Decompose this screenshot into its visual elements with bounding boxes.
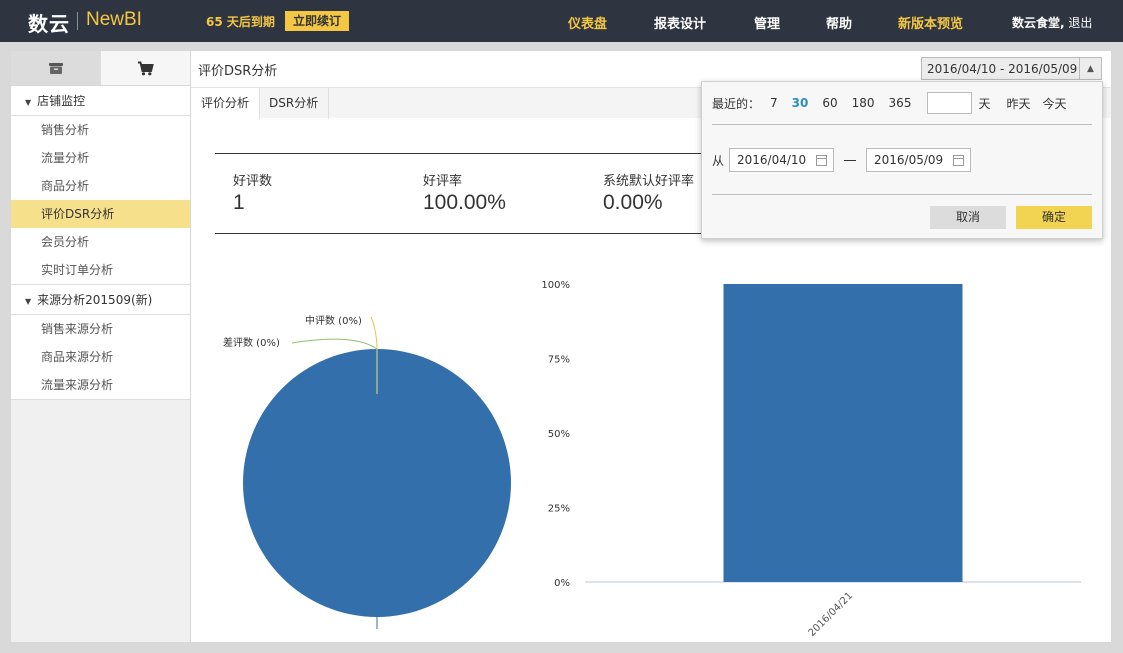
- range-option-365[interactable]: 365: [889, 96, 912, 110]
- sidebar-item-traffic-source[interactable]: 流量来源分析: [11, 371, 190, 399]
- logo-cn[interactable]: 数云: [28, 8, 70, 37]
- sidebar-tab-inbox[interactable]: [11, 51, 101, 85]
- logout-link[interactable]: 退出: [1068, 16, 1092, 30]
- sidebar-item-traffic[interactable]: 流量分析: [11, 144, 190, 172]
- recent-label: 最近的：: [712, 96, 761, 111]
- sidebar-group-source-analysis[interactable]: ▼ 来源分析201509(新): [11, 285, 190, 315]
- sidebar-list-store-monitor: 销售分析 流量分析 商品分析 评价DSR分析 会员分析 实时订单分析: [11, 116, 190, 285]
- from-label: 从: [712, 153, 725, 168]
- renew-button[interactable]: 立即续订: [285, 11, 350, 31]
- range-option-180[interactable]: 180: [852, 96, 875, 110]
- y-tick-label: 0%: [554, 578, 570, 589]
- start-date-field[interactable]: 2016/04/10: [729, 148, 835, 172]
- logo-divider: [77, 12, 78, 30]
- pie-label: 中评数 (0%): [305, 314, 362, 327]
- start-date-value: 2016/04/10: [737, 153, 807, 167]
- sidebar-item-sales[interactable]: 销售分析: [11, 116, 190, 144]
- logo-en[interactable]: NewBI: [86, 9, 142, 31]
- sidebar-group-label: 来源分析201509(新): [37, 293, 153, 307]
- divider: [712, 194, 1092, 195]
- days-unit-label: 天: [978, 96, 991, 111]
- custom-days-input[interactable]: [927, 92, 973, 114]
- top-bar: 数云 NewBI 65 天后到期 立即续订 仪表盘 报表设计 管理 帮助 新版本…: [0, 0, 1123, 42]
- sidebar-item-product-source[interactable]: 商品来源分析: [11, 343, 190, 371]
- pie-leader-line: [291, 338, 378, 350]
- confirm-button[interactable]: 确定: [1016, 206, 1092, 229]
- y-tick-label: 75%: [548, 355, 570, 366]
- range-option-30[interactable]: 30: [792, 96, 809, 110]
- inbox-icon: [48, 62, 63, 74]
- sidebar: ▼ 店铺监控 销售分析 流量分析 商品分析 评价DSR分析 会员分析 实时订单分析…: [10, 50, 191, 643]
- pie-leader-line: [370, 316, 378, 350]
- sidebar-group-store-monitor[interactable]: ▼ 店铺监控: [11, 86, 190, 116]
- y-tick-label: 50%: [548, 429, 570, 440]
- sidebar-item-realtime-order[interactable]: 实时订单分析: [11, 256, 190, 284]
- triangle-down-icon: ▼: [25, 98, 32, 107]
- pie-label: 差评数 (0%): [223, 336, 280, 349]
- cancel-button[interactable]: 取消: [930, 206, 1006, 229]
- custom-range-row: 从 2016/04/10 2016/05/09: [712, 148, 972, 172]
- nav-report-design[interactable]: 报表设计: [654, 13, 706, 32]
- end-date-field[interactable]: 2016/05/09: [866, 148, 972, 172]
- today-option[interactable]: 今天: [1042, 95, 1066, 112]
- sidebar-item-member[interactable]: 会员分析: [11, 228, 190, 256]
- quick-range-row: 最近的： 7 30 60 180 365 天 昨天 今天: [712, 92, 1079, 114]
- date-picker-popup: 最近的： 7 30 60 180 365 天 昨天 今天 从 2016/04/1…: [701, 81, 1103, 239]
- range-option-7[interactable]: 7: [770, 96, 778, 110]
- range-option-60[interactable]: 60: [822, 96, 837, 110]
- nav-new-version-preview[interactable]: 新版本预览: [898, 13, 963, 32]
- divider: [712, 124, 1092, 125]
- expire-notice: 65 天后到期: [206, 15, 275, 29]
- user-name: 数云食堂,: [1012, 16, 1065, 30]
- range-dash: [844, 159, 857, 161]
- y-tick-label: 25%: [548, 504, 570, 515]
- cart-icon: [137, 61, 154, 75]
- sidebar-tab-cart[interactable]: [100, 51, 190, 85]
- nav-manage[interactable]: 管理: [754, 13, 780, 32]
- nav-dashboard[interactable]: 仪表盘: [568, 13, 607, 32]
- end-date-value: 2016/05/09: [874, 153, 944, 167]
- nav-help[interactable]: 帮助: [826, 13, 852, 32]
- calendar-icon[interactable]: [953, 154, 965, 166]
- sidebar-list-source-analysis: 销售来源分析 商品来源分析 流量来源分析: [11, 315, 190, 400]
- sidebar-item-product[interactable]: 商品分析: [11, 172, 190, 200]
- sidebar-tabs: [11, 51, 190, 86]
- sidebar-group-label: 店铺监控: [37, 94, 86, 108]
- sidebar-item-review-dsr[interactable]: 评价DSR分析: [11, 200, 190, 228]
- user-area: 数云食堂, 退出: [1012, 14, 1092, 31]
- calendar-icon[interactable]: [816, 154, 828, 166]
- x-tick-label: 2016/04/21: [807, 590, 856, 639]
- bar: [723, 284, 963, 582]
- yesterday-option[interactable]: 昨天: [1006, 95, 1030, 112]
- triangle-down-icon: ▼: [25, 297, 32, 306]
- sidebar-item-sales-source[interactable]: 销售来源分析: [11, 315, 190, 343]
- y-tick-label: 100%: [541, 280, 570, 291]
